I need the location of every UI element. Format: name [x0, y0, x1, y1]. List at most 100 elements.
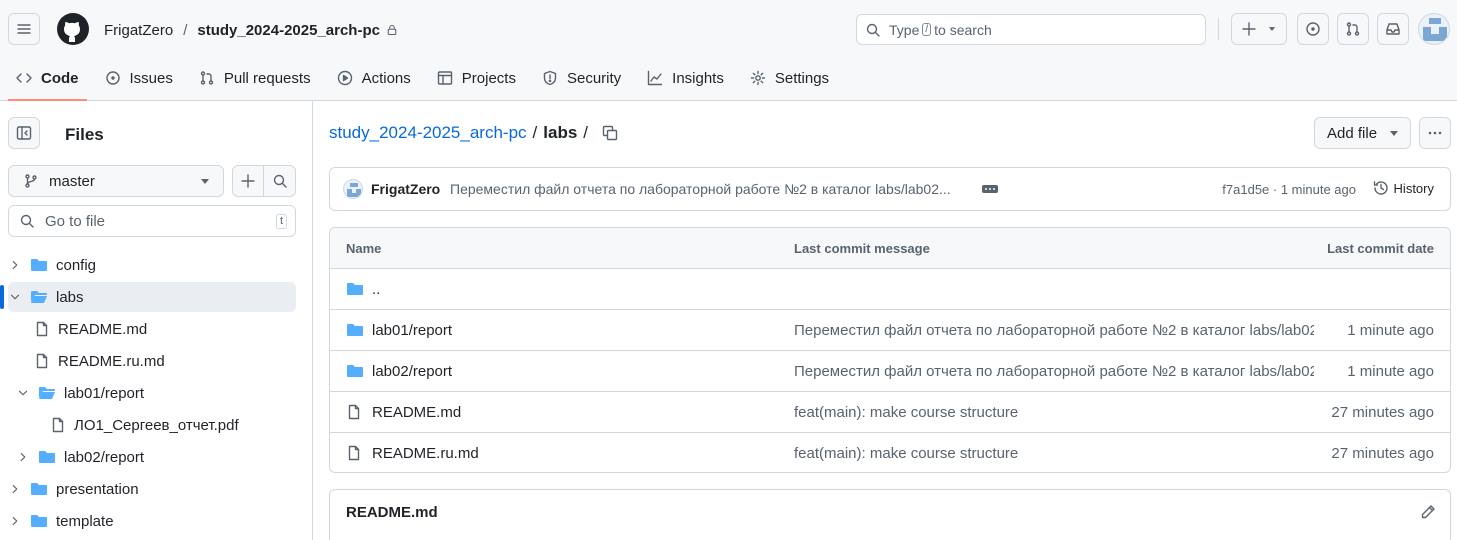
go-to-file-placeholder: Go to file: [45, 212, 106, 230]
tree-item-presentation[interactable]: presentation: [8, 474, 296, 504]
commit-author[interactable]: FrigatZero: [371, 181, 440, 197]
user-avatar[interactable]: [1418, 13, 1450, 45]
selected-indicator: [0, 285, 4, 309]
commit-meta[interactable]: f7a1d5e · 1 minute ago: [1222, 182, 1356, 197]
file-name[interactable]: lab02/report: [372, 363, 452, 380]
branch-selector[interactable]: master: [8, 165, 224, 197]
tab-issues[interactable]: Issues: [97, 62, 181, 94]
pull-request-icon: [1346, 22, 1360, 36]
history-icon: [1373, 181, 1388, 195]
owner-link[interactable]: FrigatZero: [104, 22, 173, 39]
tab-settings[interactable]: Settings: [742, 62, 837, 94]
tree-item-label: template: [56, 512, 114, 530]
tree-item-config[interactable]: config: [8, 250, 296, 280]
folder-open-icon: [39, 387, 55, 399]
search-input[interactable]: Type / to search: [856, 14, 1206, 45]
tree-item-lab01-report[interactable]: lab01/report: [8, 378, 296, 408]
tab-insights[interactable]: Insights: [639, 62, 732, 94]
hamburger-menu-button[interactable]: [8, 13, 40, 45]
chevron-down-icon[interactable]: [8, 290, 22, 304]
column-name: Name: [346, 241, 382, 256]
add-file-button[interactable]: [233, 166, 265, 196]
file-name[interactable]: README.ru.md: [372, 445, 479, 462]
repo-link[interactable]: study_2024-2025_arch-pc: [197, 22, 380, 39]
expand-commit-button[interactable]: [982, 185, 998, 193]
play-icon: [337, 70, 352, 86]
commit-message[interactable]: Переместил файл отчета по лабораторной р…: [450, 181, 951, 197]
copy-icon[interactable]: [602, 125, 618, 141]
tab-code[interactable]: Code: [8, 62, 87, 101]
inbox-button[interactable]: [1377, 13, 1409, 45]
file-icon: [348, 404, 360, 420]
file-name[interactable]: lab01/report: [372, 322, 452, 339]
path-separator: /: [532, 123, 538, 142]
file-name[interactable]: ..: [372, 281, 380, 298]
readme-panel: README.md: [329, 489, 1451, 540]
files-title: Files: [65, 125, 104, 144]
tree-item-readme-ru-md[interactable]: README.ru.md: [8, 346, 296, 376]
chevron-right-icon[interactable]: [8, 258, 22, 272]
table-row[interactable]: ..: [330, 269, 1450, 310]
tab-pull-requests[interactable]: Pull requests: [191, 62, 319, 94]
table-row[interactable]: lab02/report Переместил файл отчета по л…: [330, 351, 1450, 392]
chevron-right-icon[interactable]: [16, 450, 30, 464]
file-commit-message[interactable]: feat(main): make course structure: [794, 404, 1018, 421]
shield-icon: [543, 70, 557, 86]
inbox-icon: [1386, 23, 1400, 35]
pencil-icon[interactable]: [1420, 504, 1436, 520]
chevron-down-icon[interactable]: [16, 386, 30, 400]
commit-author-avatar[interactable]: [343, 179, 363, 199]
pull-request-icon: [200, 71, 214, 85]
history-button[interactable]: History: [1373, 180, 1434, 196]
path-repo-link[interactable]: study_2024-2025_arch-pc: [329, 123, 527, 143]
chevron-right-icon[interactable]: [8, 514, 22, 528]
search-files-button[interactable]: [264, 166, 295, 196]
table-row[interactable]: lab01/report Переместил файл отчета по л…: [330, 310, 1450, 351]
breadcrumb-separator: /: [183, 21, 188, 39]
tree-item-label: labs: [56, 288, 84, 306]
go-to-file-input[interactable]: Go to file t: [8, 205, 296, 237]
collapse-sidebar-button[interactable]: [8, 117, 40, 149]
search-shortcut-key: /: [922, 23, 932, 36]
tab-settings-label: Settings: [774, 69, 830, 87]
tab-projects-label: Projects: [461, 69, 516, 87]
table-icon: [437, 71, 452, 85]
search-prefix: Type: [889, 21, 920, 38]
file-commit-message[interactable]: Переместил файл отчета по лабораторной р…: [794, 322, 1314, 339]
chevron-down-icon: [201, 179, 209, 184]
more-options-button[interactable]: [1419, 117, 1451, 149]
search-icon: [20, 214, 34, 228]
tab-security-label: Security: [566, 69, 622, 87]
create-new-button[interactable]: [1231, 13, 1287, 45]
file-commit-message[interactable]: Переместил файл отчета по лабораторной р…: [794, 363, 1314, 380]
file-commit-message[interactable]: feat(main): make course structure: [794, 445, 1018, 462]
table-row[interactable]: README.md feat(main): make course struct…: [330, 392, 1450, 433]
add-file-button[interactable]: Add file: [1314, 117, 1411, 149]
tree-item-readme-md[interactable]: README.md: [8, 314, 296, 344]
tree-item-labs[interactable]: labs: [8, 282, 296, 312]
column-commit-date: Last commit date: [1327, 241, 1434, 256]
tab-projects[interactable]: Projects: [429, 62, 524, 94]
chevron-right-icon[interactable]: [8, 482, 22, 496]
table-row[interactable]: README.ru.md feat(main): make course str…: [330, 433, 1450, 472]
gear-icon: [750, 70, 766, 86]
tree-item-label: README.md: [58, 320, 148, 338]
folder-icon: [31, 515, 47, 527]
search-icon: [273, 174, 287, 188]
repo-nav-tabs: Code Issues Pull requests Actions Projec…: [8, 62, 847, 101]
tree-item-lab02-report[interactable]: lab02/report: [8, 442, 296, 472]
tree-item-report-pdf[interactable]: ЛО1_Сергеев_отчет.pdf: [8, 410, 296, 440]
github-logo-icon[interactable]: [57, 13, 89, 45]
file-commit-date: 1 minute ago: [1347, 363, 1434, 380]
tab-insights-label: Insights: [672, 69, 724, 87]
column-commit-message: Last commit message: [794, 241, 930, 256]
tree-item-template[interactable]: template: [8, 506, 296, 536]
issues-button[interactable]: [1297, 13, 1329, 45]
tab-security[interactable]: Security: [534, 62, 629, 94]
go-to-file-shortcut: t: [275, 214, 287, 229]
lock-icon: [387, 24, 397, 36]
pull-requests-button[interactable]: [1337, 13, 1369, 45]
file-name[interactable]: README.md: [372, 404, 461, 421]
tab-actions[interactable]: Actions: [329, 62, 419, 94]
readme-title[interactable]: README.md: [346, 504, 438, 521]
